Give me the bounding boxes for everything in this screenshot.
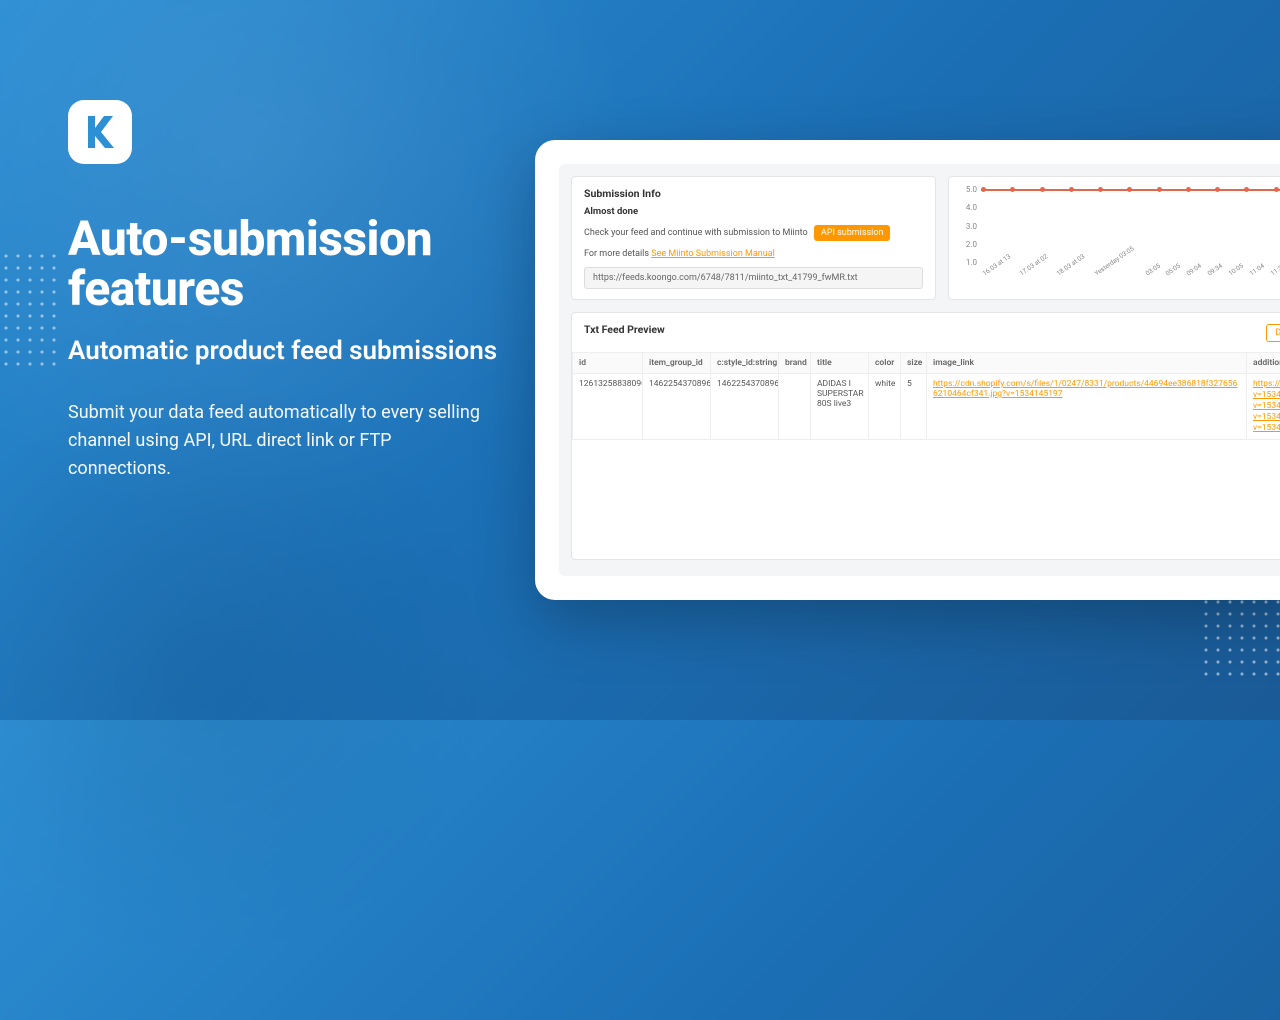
download-button[interactable]: Dow [1266, 324, 1280, 342]
device-frame: Submission Info Almost done Check your f… [535, 140, 1280, 600]
y-tick: 3.0 [957, 222, 977, 231]
app-screenshot: Submission Info Almost done Check your f… [559, 164, 1280, 576]
hero-body: Submit your data feed automatically to e… [68, 399, 498, 483]
api-submission-button[interactable]: API submission [814, 225, 891, 241]
col-brand: brand [779, 353, 811, 374]
chart-point [1244, 187, 1249, 192]
submission-check-text: Check your feed and continue with submis… [584, 228, 808, 238]
col-additional: additional_imag [1247, 353, 1280, 374]
col-color: color [869, 353, 901, 374]
chart-y-axis: 5.0 4.0 3.0 2.0 1.0 [957, 185, 977, 267]
chart-point [1040, 187, 1045, 192]
cell-id: 12613258838096 [573, 374, 643, 440]
col-c-style: c:style_id:string [711, 353, 779, 374]
submission-panel-title: Submission Info [584, 187, 923, 200]
chart-point [1157, 187, 1162, 192]
y-tick: 4.0 [957, 203, 977, 212]
cell-color: white [869, 374, 901, 440]
submission-status: Almost done [584, 206, 923, 217]
chart-point [981, 187, 986, 192]
col-title: title [811, 353, 869, 374]
additional-link[interactable]: https://cdn.shop [1253, 379, 1280, 390]
cell-brand [779, 374, 811, 440]
additional-link[interactable]: v=1534145197? [1253, 423, 1280, 434]
decorative-dots [0, 250, 60, 370]
chart-point [1127, 187, 1132, 192]
submission-info-panel: Submission Info Almost done Check your f… [571, 176, 936, 300]
col-item-group-id: item_group_id [643, 353, 711, 374]
chart-panel: 5.0 4.0 3.0 2.0 1.0 [948, 176, 1280, 300]
cell-c-style: 1462254370896 [711, 374, 779, 440]
cell-title: ADIDAS I SUPERSTAR 80S live3 [811, 374, 869, 440]
hero-title: Auto-submission features [68, 214, 498, 315]
cell-image-link: https://cdn.shopify.com/s/files/1/0247/8… [927, 374, 1247, 440]
table-row: 12613258838096 1462254370896 14622543708… [573, 374, 1280, 440]
hero-subtitle: Automatic product feed submissions [68, 335, 498, 368]
chart-area: 5.0 4.0 3.0 2.0 1.0 [957, 185, 1280, 285]
feed-preview-panel: Txt Feed Preview Dow id item_group_id c:… [571, 312, 1280, 560]
brand-logo [68, 100, 132, 164]
chart-x-axis: 16.03 at 13 17.03 at 02 18.03 at 03 Yest… [981, 267, 1280, 285]
additional-link[interactable]: v=1534145197? [1253, 401, 1280, 412]
chart-point [1215, 187, 1220, 192]
submission-check-line: Check your feed and continue with submis… [584, 225, 923, 241]
y-tick: 5.0 [957, 185, 977, 194]
additional-link[interactable]: v=1534145197? [1253, 412, 1280, 423]
image-link[interactable]: https://cdn.shopify.com/s/files/1/0247/8… [933, 379, 1237, 399]
chart-point [1186, 187, 1191, 192]
cell-size: 5 [901, 374, 927, 440]
details-prefix: For more details [584, 249, 651, 259]
cell-item-group-id: 1462254370896 [643, 374, 711, 440]
chart-point [1098, 187, 1103, 192]
chart-point [1069, 187, 1074, 192]
submission-manual-link[interactable]: See Miinto Submission Manual [651, 249, 775, 259]
table-header-row: id item_group_id c:style_id:string brand… [573, 353, 1280, 374]
y-tick: 2.0 [957, 240, 977, 249]
col-id: id [573, 353, 643, 374]
chart-point [1274, 187, 1279, 192]
col-size: size [901, 353, 927, 374]
preview-title: Txt Feed Preview [584, 323, 665, 336]
col-image-link: image_link [927, 353, 1247, 374]
feed-table: id item_group_id c:style_id:string brand… [572, 352, 1280, 440]
submission-details: For more details See Miinto Submission M… [584, 249, 923, 259]
cell-additional: https://cdn.shop v=1534145197? v=1534145… [1247, 374, 1280, 440]
feed-url-field[interactable]: https://feeds.koongo.com/6748/7811/miint… [584, 267, 923, 289]
logo-k-icon [80, 112, 120, 152]
chart-point [1010, 187, 1015, 192]
additional-link[interactable]: v=1534145197? [1253, 390, 1280, 401]
y-tick: 1.0 [957, 258, 977, 267]
